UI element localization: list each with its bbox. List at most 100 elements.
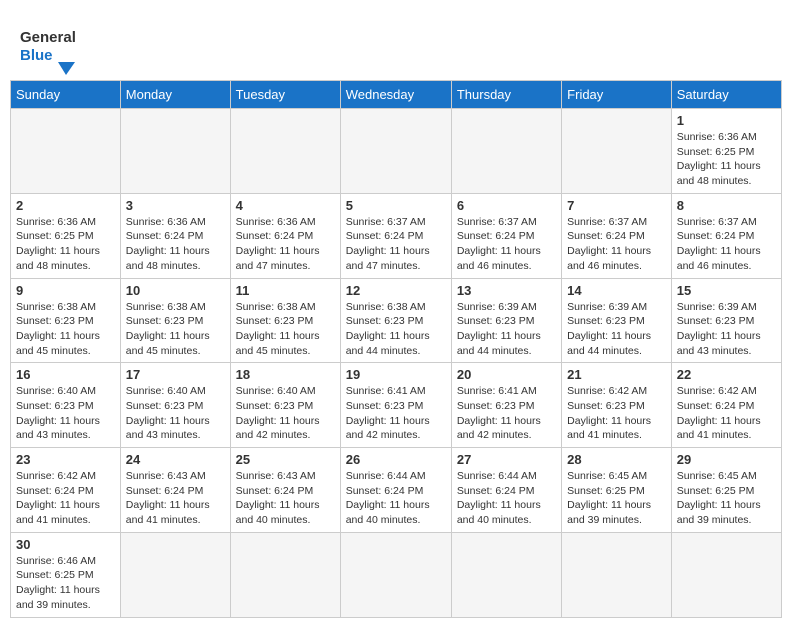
calendar-cell: 30 Sunrise: 6:46 AMSunset: 6:25 PMDayligh… xyxy=(11,532,121,617)
day-info: Sunrise: 6:43 AMSunset: 6:24 PMDaylight:… xyxy=(236,469,335,528)
day-number: 28 xyxy=(567,452,666,467)
calendar-cell xyxy=(562,109,672,194)
calendar-week-2: 2 Sunrise: 6:36 AMSunset: 6:25 PMDaylight… xyxy=(11,193,782,278)
day-number: 27 xyxy=(457,452,556,467)
calendar-cell: 26 Sunrise: 6:44 AMSunset: 6:24 PMDayligh… xyxy=(340,448,451,533)
calendar-week-1: 1Sunrise: 6:36 AMSunset: 6:25 PMDaylight… xyxy=(11,109,782,194)
day-number: 3 xyxy=(126,198,225,213)
calendar-cell: 29 Sunrise: 6:45 AMSunset: 6:25 PMDayligh… xyxy=(671,448,781,533)
day-number: 6 xyxy=(457,198,556,213)
day-number: 1 xyxy=(677,113,776,128)
day-number: 11 xyxy=(236,283,335,298)
day-info: Sunrise: 6:38 AMSunset: 6:23 PMDaylight:… xyxy=(16,300,115,359)
calendar-week-4: 16 Sunrise: 6:40 AMSunset: 6:23 PMDayligh… xyxy=(11,363,782,448)
day-number: 7 xyxy=(567,198,666,213)
day-info: Sunrise: 6:42 AMSunset: 6:24 PMDaylight:… xyxy=(16,469,115,528)
day-header-saturday: Saturday xyxy=(671,81,781,109)
calendar-cell: 10 Sunrise: 6:38 AMSunset: 6:23 PMDayligh… xyxy=(120,278,230,363)
calendar-cell: 2 Sunrise: 6:36 AMSunset: 6:25 PMDaylight… xyxy=(11,193,121,278)
calendar-cell: 28Sunrise: 6:45 AMSunset: 6:25 PMDayligh… xyxy=(562,448,672,533)
calendar-cell: 9Sunrise: 6:38 AMSunset: 6:23 PMDaylight… xyxy=(11,278,121,363)
calendar-cell: 18Sunrise: 6:40 AMSunset: 6:23 PMDayligh… xyxy=(230,363,340,448)
day-header-tuesday: Tuesday xyxy=(230,81,340,109)
calendar-cell: 16 Sunrise: 6:40 AMSunset: 6:23 PMDayligh… xyxy=(11,363,121,448)
day-info: Sunrise: 6:42 AMSunset: 6:23 PMDaylight:… xyxy=(567,384,666,443)
day-number: 25 xyxy=(236,452,335,467)
calendar-cell xyxy=(562,532,672,617)
calendar-cell xyxy=(451,532,561,617)
calendar-cell: 12Sunrise: 6:38 AMSunset: 6:23 PMDayligh… xyxy=(340,278,451,363)
day-number: 24 xyxy=(126,452,225,467)
day-info: Sunrise: 6:36 AMSunset: 6:24 PMDaylight:… xyxy=(126,215,225,274)
day-number: 17 xyxy=(126,367,225,382)
day-number: 14 xyxy=(567,283,666,298)
svg-text:Blue: Blue xyxy=(20,47,53,64)
day-info: Sunrise: 6:39 AMSunset: 6:23 PMDaylight:… xyxy=(677,300,776,359)
calendar-cell: 6 Sunrise: 6:37 AMSunset: 6:24 PMDaylight… xyxy=(451,193,561,278)
calendar-cell xyxy=(340,109,451,194)
day-info: Sunrise: 6:44 AMSunset: 6:24 PMDaylight:… xyxy=(346,469,446,528)
day-header-sunday: Sunday xyxy=(11,81,121,109)
day-number: 4 xyxy=(236,198,335,213)
day-header-wednesday: Wednesday xyxy=(340,81,451,109)
calendar-table: SundayMondayTuesdayWednesdayThursdayFrid… xyxy=(10,80,782,618)
calendar-week-5: 23Sunrise: 6:42 AMSunset: 6:24 PMDayligh… xyxy=(11,448,782,533)
calendar-cell xyxy=(230,532,340,617)
calendar-cell xyxy=(671,532,781,617)
calendar-cell xyxy=(230,109,340,194)
calendar-cell xyxy=(120,532,230,617)
calendar-cell: 13 Sunrise: 6:39 AMSunset: 6:23 PMDayligh… xyxy=(451,278,561,363)
day-number: 10 xyxy=(126,283,225,298)
calendar-cell: 27 Sunrise: 6:44 AMSunset: 6:24 PMDayligh… xyxy=(451,448,561,533)
day-info: Sunrise: 6:39 AMSunset: 6:23 PMDaylight:… xyxy=(567,300,666,359)
calendar-cell xyxy=(451,109,561,194)
calendar-cell: 22Sunrise: 6:42 AMSunset: 6:24 PMDayligh… xyxy=(671,363,781,448)
day-info: Sunrise: 6:36 AMSunset: 6:25 PMDaylight:… xyxy=(16,215,115,274)
calendar-cell: 24 Sunrise: 6:43 AMSunset: 6:24 PMDayligh… xyxy=(120,448,230,533)
day-info: Sunrise: 6:39 AMSunset: 6:23 PMDaylight:… xyxy=(457,300,556,359)
day-number: 29 xyxy=(677,452,776,467)
calendar-cell: 14 Sunrise: 6:39 AMSunset: 6:23 PMDayligh… xyxy=(562,278,672,363)
calendar-header-row: SundayMondayTuesdayWednesdayThursdayFrid… xyxy=(11,81,782,109)
day-number: 19 xyxy=(346,367,446,382)
day-info: Sunrise: 6:36 AMSunset: 6:24 PMDaylight:… xyxy=(236,215,335,274)
calendar-cell: 25 Sunrise: 6:43 AMSunset: 6:24 PMDayligh… xyxy=(230,448,340,533)
day-info: Sunrise: 6:38 AMSunset: 6:23 PMDaylight:… xyxy=(236,300,335,359)
calendar-cell: 7 Sunrise: 6:37 AMSunset: 6:24 PMDaylight… xyxy=(562,193,672,278)
day-info: Sunrise: 6:38 AMSunset: 6:23 PMDaylight:… xyxy=(346,300,446,359)
day-info: Sunrise: 6:37 AMSunset: 6:24 PMDaylight:… xyxy=(567,215,666,274)
day-info: Sunrise: 6:37 AMSunset: 6:24 PMDaylight:… xyxy=(346,215,446,274)
day-number: 2 xyxy=(16,198,115,213)
logo: General Blue xyxy=(20,20,80,75)
day-info: Sunrise: 6:38 AMSunset: 6:23 PMDaylight:… xyxy=(126,300,225,359)
day-info: Sunrise: 6:44 AMSunset: 6:24 PMDaylight:… xyxy=(457,469,556,528)
day-info: Sunrise: 6:43 AMSunset: 6:24 PMDaylight:… xyxy=(126,469,225,528)
day-info: Sunrise: 6:40 AMSunset: 6:23 PMDaylight:… xyxy=(236,384,335,443)
day-number: 30 xyxy=(16,537,115,552)
day-number: 16 xyxy=(16,367,115,382)
day-info: Sunrise: 6:41 AMSunset: 6:23 PMDaylight:… xyxy=(457,384,556,443)
calendar-cell: 17Sunrise: 6:40 AMSunset: 6:23 PMDayligh… xyxy=(120,363,230,448)
day-info: Sunrise: 6:46 AMSunset: 6:25 PMDaylight:… xyxy=(16,554,115,613)
day-number: 8 xyxy=(677,198,776,213)
day-info: Sunrise: 6:40 AMSunset: 6:23 PMDaylight:… xyxy=(16,384,115,443)
calendar-cell: 5Sunrise: 6:37 AMSunset: 6:24 PMDaylight… xyxy=(340,193,451,278)
calendar-week-3: 9Sunrise: 6:38 AMSunset: 6:23 PMDaylight… xyxy=(11,278,782,363)
day-header-friday: Friday xyxy=(562,81,672,109)
day-info: Sunrise: 6:42 AMSunset: 6:24 PMDaylight:… xyxy=(677,384,776,443)
calendar-cell: 21 Sunrise: 6:42 AMSunset: 6:23 PMDayligh… xyxy=(562,363,672,448)
logo-icon: General Blue xyxy=(20,20,80,75)
day-number: 26 xyxy=(346,452,446,467)
calendar-cell: 15 Sunrise: 6:39 AMSunset: 6:23 PMDayligh… xyxy=(671,278,781,363)
day-info: Sunrise: 6:37 AMSunset: 6:24 PMDaylight:… xyxy=(677,215,776,274)
day-number: 21 xyxy=(567,367,666,382)
day-info: Sunrise: 6:45 AMSunset: 6:25 PMDaylight:… xyxy=(677,469,776,528)
day-info: Sunrise: 6:37 AMSunset: 6:24 PMDaylight:… xyxy=(457,215,556,274)
day-header-thursday: Thursday xyxy=(451,81,561,109)
calendar-cell: 11 Sunrise: 6:38 AMSunset: 6:23 PMDayligh… xyxy=(230,278,340,363)
day-info: Sunrise: 6:41 AMSunset: 6:23 PMDaylight:… xyxy=(346,384,446,443)
day-number: 15 xyxy=(677,283,776,298)
day-number: 13 xyxy=(457,283,556,298)
calendar-cell xyxy=(11,109,121,194)
calendar-week-6: 30 Sunrise: 6:46 AMSunset: 6:25 PMDayligh… xyxy=(11,532,782,617)
